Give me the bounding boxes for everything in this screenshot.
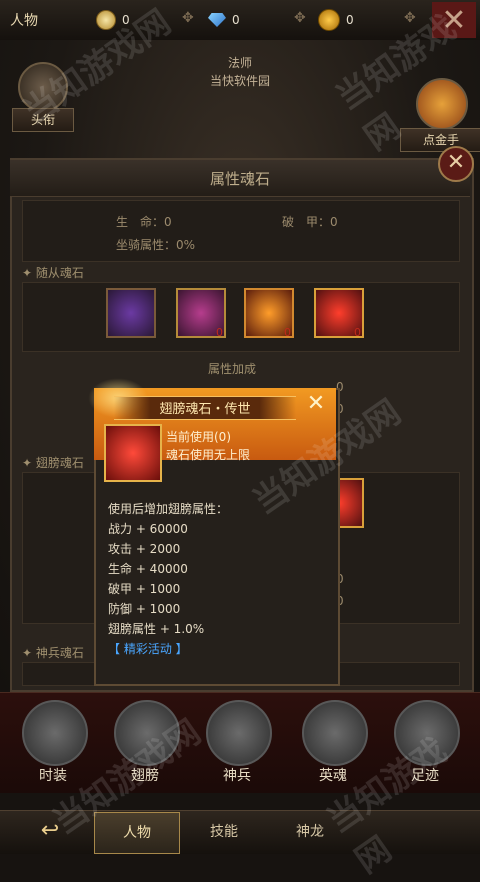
slot-count: 0 [216, 326, 223, 339]
tooltip-title: 翅膀魂石・传世 [159, 402, 251, 417]
armor-break-stat: 破 甲：0 [282, 215, 338, 229]
attr-line: 防御 + 1000 [108, 602, 181, 616]
soul-stone-slot[interactable] [106, 288, 156, 338]
diamond-value: 0 [232, 13, 240, 27]
fashion-icon[interactable] [22, 700, 88, 766]
attr-line: 战力 + 60000 [108, 522, 188, 536]
page-title: 人物 [10, 13, 38, 29]
slot-count: 0 [284, 326, 291, 339]
divine-weapon-icon[interactable] [206, 700, 272, 766]
wing-soul-stone-icon [104, 424, 162, 482]
events-link[interactable]: 【 精彩活动 】 [108, 640, 188, 657]
attr-bonus-label: 属性加成 [208, 362, 257, 376]
character-name: 当快软件园 [209, 74, 270, 88]
gold-ingot-icon [318, 9, 340, 31]
panel-title: 属性魂石 [209, 170, 270, 188]
tab-skills[interactable]: 技能 [182, 812, 266, 852]
slot-count: 0 [354, 326, 361, 339]
diamond-icon [208, 13, 226, 27]
usage-count: 当前使用(0) [166, 430, 231, 444]
attr-line: 翅膀属性 + 1.0% [108, 622, 205, 636]
life-stat: 生 命：0 [116, 215, 172, 229]
attr-line: 攻击 + 2000 [108, 542, 181, 556]
gold-counter: 0 [318, 9, 354, 31]
stats-box [22, 200, 460, 262]
category-label[interactable]: 神兵 [202, 766, 272, 786]
hero-soul-icon[interactable] [302, 700, 368, 766]
plus-icon[interactable]: ✥ [294, 10, 306, 26]
usage-limit: 魂石使用无上限 [166, 448, 251, 462]
character-class: 法师 [227, 56, 252, 70]
plus-icon[interactable]: ✥ [182, 10, 194, 26]
tooltip-description: 使用后增加翅膀属性： [108, 502, 229, 516]
tab-character[interactable]: 人物 [94, 812, 180, 854]
tooltip-close-icon[interactable]: ✕ [304, 392, 328, 416]
companion-section [22, 282, 460, 352]
gold-value: 0 [346, 13, 354, 27]
attr-line: 生命 + 40000 [108, 562, 188, 576]
diamond-counter: 0 [208, 10, 240, 30]
mount-stat: 坐骑属性：0% [116, 238, 196, 252]
panel-close-icon[interactable]: ✕ [438, 146, 474, 182]
section-header-companion: ✦ 随从魂石 [22, 266, 84, 280]
attr-line: 破甲 + 1000 [108, 582, 181, 596]
